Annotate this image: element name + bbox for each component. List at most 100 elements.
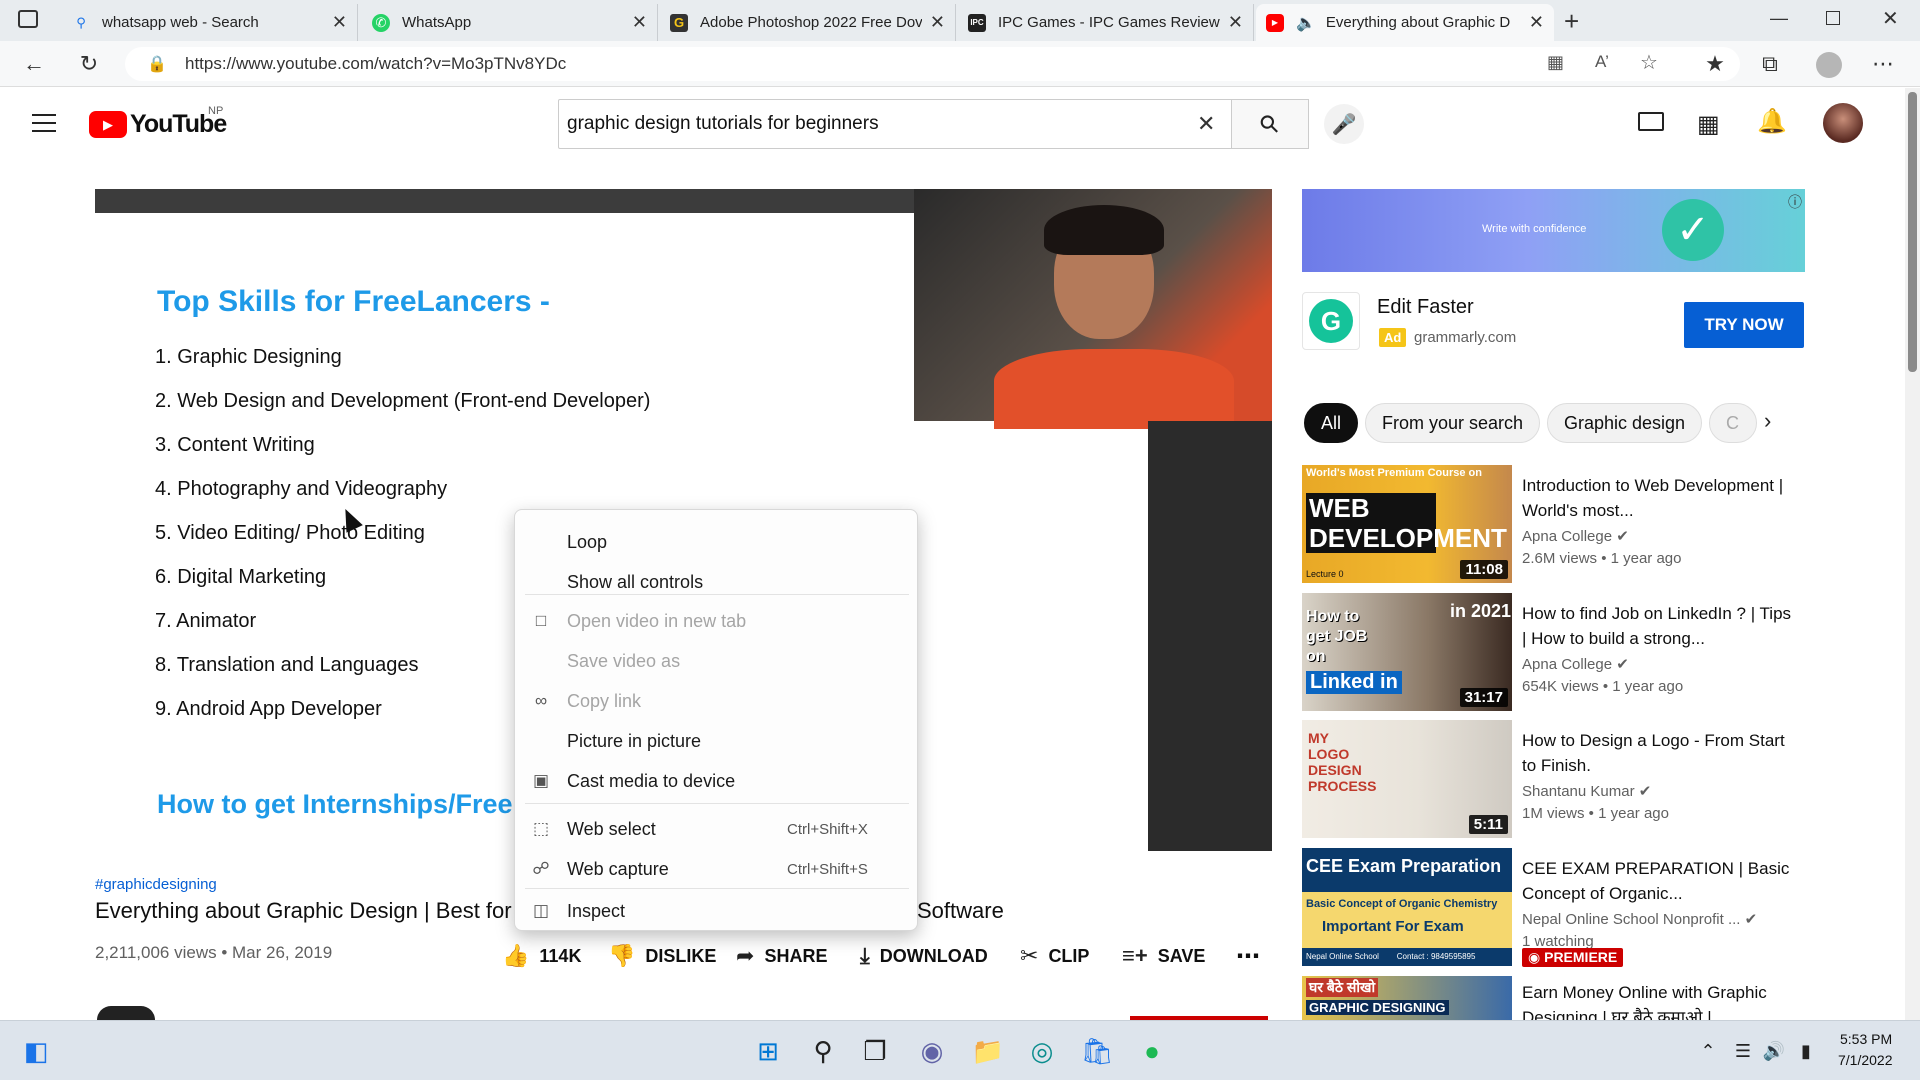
back-arrow-icon[interactable]: ← (19, 49, 49, 79)
chip-graphic-design[interactable]: Graphic design (1547, 403, 1703, 443)
voice-search-icon[interactable]: 🎤 (1324, 104, 1364, 144)
chip-more[interactable]: C (1709, 403, 1757, 443)
notifications-bell-icon[interactable]: 🔔 (1757, 107, 1787, 136)
video-context-menu: Loop Show all controls □ Open video in n… (514, 509, 918, 931)
related-video[interactable]: घर बैठे सीखो GRAPHIC DESIGNING Earn Mone… (1302, 976, 1802, 1020)
close-window-icon[interactable]: ✕ (1882, 6, 1899, 31)
menu-separator (525, 594, 909, 595)
ad-banner-image[interactable]: Write with confidence ✓ ⓘ (1302, 189, 1805, 272)
close-tab-icon[interactable]: ✕ (632, 12, 647, 33)
close-tab-icon[interactable]: ✕ (930, 12, 945, 33)
menu-item-open-video-new-tab[interactable]: □ Open video in new tab (515, 602, 919, 640)
maximize-icon[interactable] (1826, 11, 1840, 25)
youtube-icon: ▶ (1266, 13, 1284, 32)
search-button[interactable]: ⚲ (1231, 99, 1309, 149)
tab-whatsapp[interactable]: ✆ WhatsApp ✕ (362, 4, 658, 41)
related-video[interactable]: MY LOGO DESIGN PROCESS 5:11 How to Desig… (1302, 720, 1802, 838)
video-thumbnail[interactable]: World's Most Premium Course on WEB DEVEL… (1302, 465, 1512, 583)
tab-whatsapp-search[interactable]: ⚲ whatsapp web - Search ✕ (62, 4, 358, 41)
skill-item: 7. Animator (155, 610, 257, 632)
menu-item-show-all-controls[interactable]: Show all controls (515, 563, 919, 601)
like-button[interactable]: 👍 114K (502, 941, 581, 971)
file-explorer-icon[interactable]: 📁 (968, 1031, 1008, 1071)
download-button[interactable]: ⤓ DOWNLOAD (860, 941, 988, 971)
teams-chat-icon[interactable]: ◉ (912, 1031, 952, 1071)
create-video-icon[interactable] (1638, 112, 1664, 131)
thumb-caption: World's Most Premium Course on (1306, 467, 1482, 479)
lock-icon[interactable]: 🔒 (147, 54, 167, 74)
battery-icon[interactable]: ▮ (1786, 1031, 1826, 1071)
windows-start-icon[interactable]: ⊞ (748, 1031, 788, 1071)
video-thumbnail[interactable]: घर बैठे सीखो GRAPHIC DESIGNING (1302, 976, 1512, 1020)
menu-item-loop[interactable]: Loop (515, 523, 919, 561)
hashtag-link[interactable]: #graphicdesigning (95, 876, 217, 893)
tab-ipc-games[interactable]: IPC IPC Games - IPC Games Reviews ✕ (958, 4, 1254, 41)
apps-grid-icon[interactable]: ▦ (1697, 110, 1720, 139)
account-avatar[interactable] (1823, 103, 1863, 143)
hamburger-menu-icon[interactable] (32, 114, 56, 132)
speaker-icon[interactable]: 🔈 (1296, 13, 1316, 33)
favorites-icon[interactable]: ★ (1700, 49, 1730, 79)
widgets-icon[interactable]: ◧ (16, 1031, 56, 1071)
video-thumbnail[interactable]: MY LOGO DESIGN PROCESS 5:11 (1302, 720, 1512, 838)
menu-item-save-video-as[interactable]: Save video as (515, 642, 919, 680)
share-button[interactable]: ➦ SHARE (736, 941, 827, 971)
menu-item-web-select[interactable]: ⬚ Web select Ctrl+Shift+X (515, 810, 919, 848)
dislike-label: DISLIKE (645, 945, 717, 966)
tab-adobe-photoshop[interactable]: G Adobe Photoshop 2022 Free Dov ✕ (660, 4, 956, 41)
video-thumbnail[interactable]: in 2021 How to get JOB on Linked in 31:1… (1302, 593, 1512, 711)
task-view-icon[interactable]: ❐ (855, 1031, 895, 1071)
channel-label: Shantanu Kumar (1522, 783, 1635, 800)
menu-item-inspect[interactable]: ◫ Inspect (515, 892, 919, 930)
page-scrollbar[interactable] (1905, 88, 1920, 1020)
dislike-button[interactable]: 👎 DISLIKE (608, 941, 716, 971)
more-menu-icon[interactable]: ⋯ (1868, 49, 1898, 79)
menu-item-copy-link[interactable]: ∞ Copy link (515, 682, 919, 720)
microsoft-store-icon[interactable]: 🛍 (1077, 1031, 1117, 1071)
tab-youtube-active[interactable]: ▶ 🔈 Everything about Graphic D ✕ (1256, 4, 1554, 41)
chevron-right-icon[interactable]: › (1764, 408, 1771, 434)
menu-label: Inspect (567, 900, 626, 921)
clear-search-icon[interactable]: ✕ (1197, 111, 1215, 137)
spotify-icon[interactable]: ● (1132, 1031, 1172, 1071)
reload-icon[interactable]: ↻ (74, 49, 104, 79)
tab-actions-icon[interactable] (18, 10, 38, 28)
related-video[interactable]: CEE Exam Preparation Basic Concept of Or… (1302, 848, 1802, 967)
channel-avatar[interactable] (97, 1006, 155, 1020)
edge-browser-icon[interactable]: ◎ (1022, 1031, 1062, 1071)
info-icon[interactable]: ⓘ (1788, 192, 1802, 212)
clock-date[interactable]: 7/1/2022 (1838, 1052, 1893, 1068)
clock-time[interactable]: 5:53 PM (1840, 1031, 1892, 1047)
chevron-up-icon[interactable]: ⌃ (1688, 1031, 1728, 1071)
url-field[interactable]: 🔒 https://www.youtube.com/watch?v=Mo3pTN… (125, 47, 1740, 81)
search-icon[interactable]: ⚲ (803, 1031, 843, 1071)
ad-title[interactable]: Edit Faster (1377, 296, 1474, 319)
profile-icon[interactable] (1816, 52, 1842, 78)
try-now-button[interactable]: TRY NOW (1684, 302, 1804, 348)
close-tab-icon[interactable]: ✕ (332, 12, 347, 33)
grammarly-logo[interactable]: G (1302, 292, 1360, 350)
menu-item-cast-media[interactable]: ▣ Cast media to device (515, 762, 919, 800)
related-video[interactable]: World's Most Premium Course on WEB DEVEL… (1302, 465, 1802, 583)
video-thumbnail[interactable]: CEE Exam Preparation Basic Concept of Or… (1302, 848, 1512, 966)
close-tab-icon[interactable]: ✕ (1228, 12, 1243, 33)
search-input[interactable]: graphic design tutorials for beginners ✕ (558, 99, 1232, 149)
collections-icon[interactable]: ⧉ (1755, 49, 1785, 79)
related-video[interactable]: in 2021 How to get JOB on Linked in 31:1… (1302, 593, 1802, 711)
chip-all[interactable]: All (1304, 403, 1359, 443)
youtube-logo[interactable]: ▶ YouTube (89, 110, 227, 139)
verified-icon: ✔ (1616, 528, 1629, 545)
menu-item-picture-in-picture[interactable]: Picture in picture (515, 722, 919, 760)
add-favorite-icon[interactable]: ☆ (1640, 50, 1658, 75)
minimize-icon[interactable]: — (1770, 8, 1788, 29)
new-tab-icon[interactable]: + (1564, 6, 1579, 37)
chip-from-your-search[interactable]: From your search (1365, 403, 1541, 443)
menu-item-web-capture[interactable]: ☍ Web capture Ctrl+Shift+S (515, 850, 919, 888)
save-button[interactable]: ≡+ SAVE (1122, 941, 1205, 971)
close-tab-icon[interactable]: ✕ (1529, 12, 1544, 33)
clip-button[interactable]: ✂ CLIP (1020, 941, 1089, 971)
scrollbar-thumb[interactable] (1908, 92, 1917, 372)
more-actions-icon[interactable]: ⋯ (1236, 941, 1260, 971)
app-available-icon[interactable]: ▦ (1547, 52, 1564, 73)
read-aloud-icon[interactable]: A’ (1595, 52, 1609, 72)
